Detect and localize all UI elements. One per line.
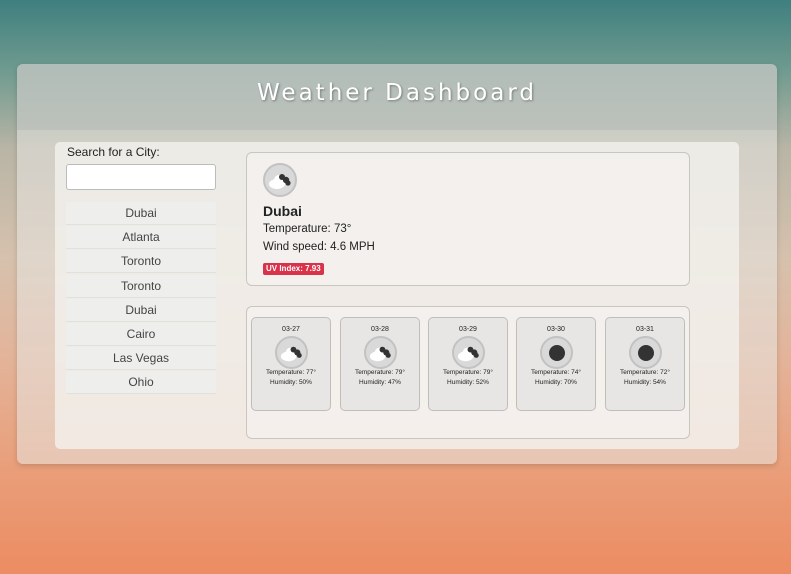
forecast-card: 03-31 Temperature: 72° Humidity: 54%: [605, 317, 685, 411]
cloud-icon: [263, 163, 297, 197]
forecast-humidity: Humidity: 54%: [624, 379, 666, 386]
forecast-card: 03-29 Temperature: 79° Humidity: 52%: [428, 317, 508, 411]
forecast-section: 03-27 Temperature: 77° Humidity: 50% 03-…: [246, 306, 690, 439]
history-item[interactable]: Toronto: [66, 274, 216, 298]
main-content: Search for a City: Dubai Atlanta Toronto…: [55, 142, 739, 449]
dashboard-panel: Weather Dashboard Search for a City: Dub…: [17, 64, 777, 464]
city-name: Dubai: [263, 203, 302, 219]
current-temperature: Temperature: 73°: [263, 223, 352, 235]
forecast-temperature: Temperature: 77°: [266, 369, 316, 376]
dark-dot-shape: [638, 345, 654, 361]
forecast-humidity: Humidity: 70%: [535, 379, 577, 386]
history-item[interactable]: Atlanta: [66, 226, 216, 250]
dark-circle-icon: [629, 336, 662, 369]
forecast-temperature: Temperature: 72°: [620, 369, 670, 376]
uv-index-badge: UV Index: 7.93: [263, 263, 324, 275]
cloud-icon: [452, 336, 485, 369]
forecast-card: 03-28 Temperature: 79° Humidity: 47%: [340, 317, 420, 411]
forecast-card: 03-30 Temperature: 74° Humidity: 70%: [516, 317, 596, 411]
page-title: Weather Dashboard: [257, 80, 537, 106]
forecast-date: 03-27: [282, 326, 300, 333]
history-item[interactable]: Toronto: [66, 250, 216, 274]
forecast-card: 03-27 Temperature: 77° Humidity: 50%: [251, 317, 331, 411]
dark-circle-icon: [540, 336, 573, 369]
search-input[interactable]: [66, 164, 216, 190]
history-item[interactable]: Dubai: [66, 202, 216, 225]
cloud-icon: [275, 336, 308, 369]
forecast-date: 03-28: [371, 326, 389, 333]
forecast-date: 03-31: [636, 326, 654, 333]
history-item[interactable]: Dubai: [66, 298, 216, 322]
history-item[interactable]: Ohio: [66, 371, 216, 395]
forecast-humidity: Humidity: 47%: [359, 379, 401, 386]
current-weather-card: Dubai Temperature: 73° Wind speed: 4.6 M…: [246, 152, 690, 286]
forecast-date: 03-30: [547, 326, 565, 333]
forecast-temperature: Temperature: 79°: [355, 369, 405, 376]
forecast-temperature: Temperature: 74°: [531, 369, 581, 376]
search-label: Search for a City:: [67, 145, 160, 159]
search-history-list: Dubai Atlanta Toronto Toronto Dubai Cair…: [66, 202, 216, 396]
cloud-icon: [364, 336, 397, 369]
forecast-humidity: Humidity: 50%: [270, 379, 312, 386]
dark-dot-shape: [549, 345, 565, 361]
current-wind-speed: Wind speed: 4.6 MPH: [263, 241, 375, 253]
history-item[interactable]: Las Vegas: [66, 347, 216, 371]
forecast-temperature: Temperature: 79°: [443, 369, 493, 376]
history-item[interactable]: Cairo: [66, 322, 216, 346]
forecast-date: 03-29: [459, 326, 477, 333]
forecast-humidity: Humidity: 52%: [447, 379, 489, 386]
header-bar: Weather Dashboard: [17, 64, 777, 130]
